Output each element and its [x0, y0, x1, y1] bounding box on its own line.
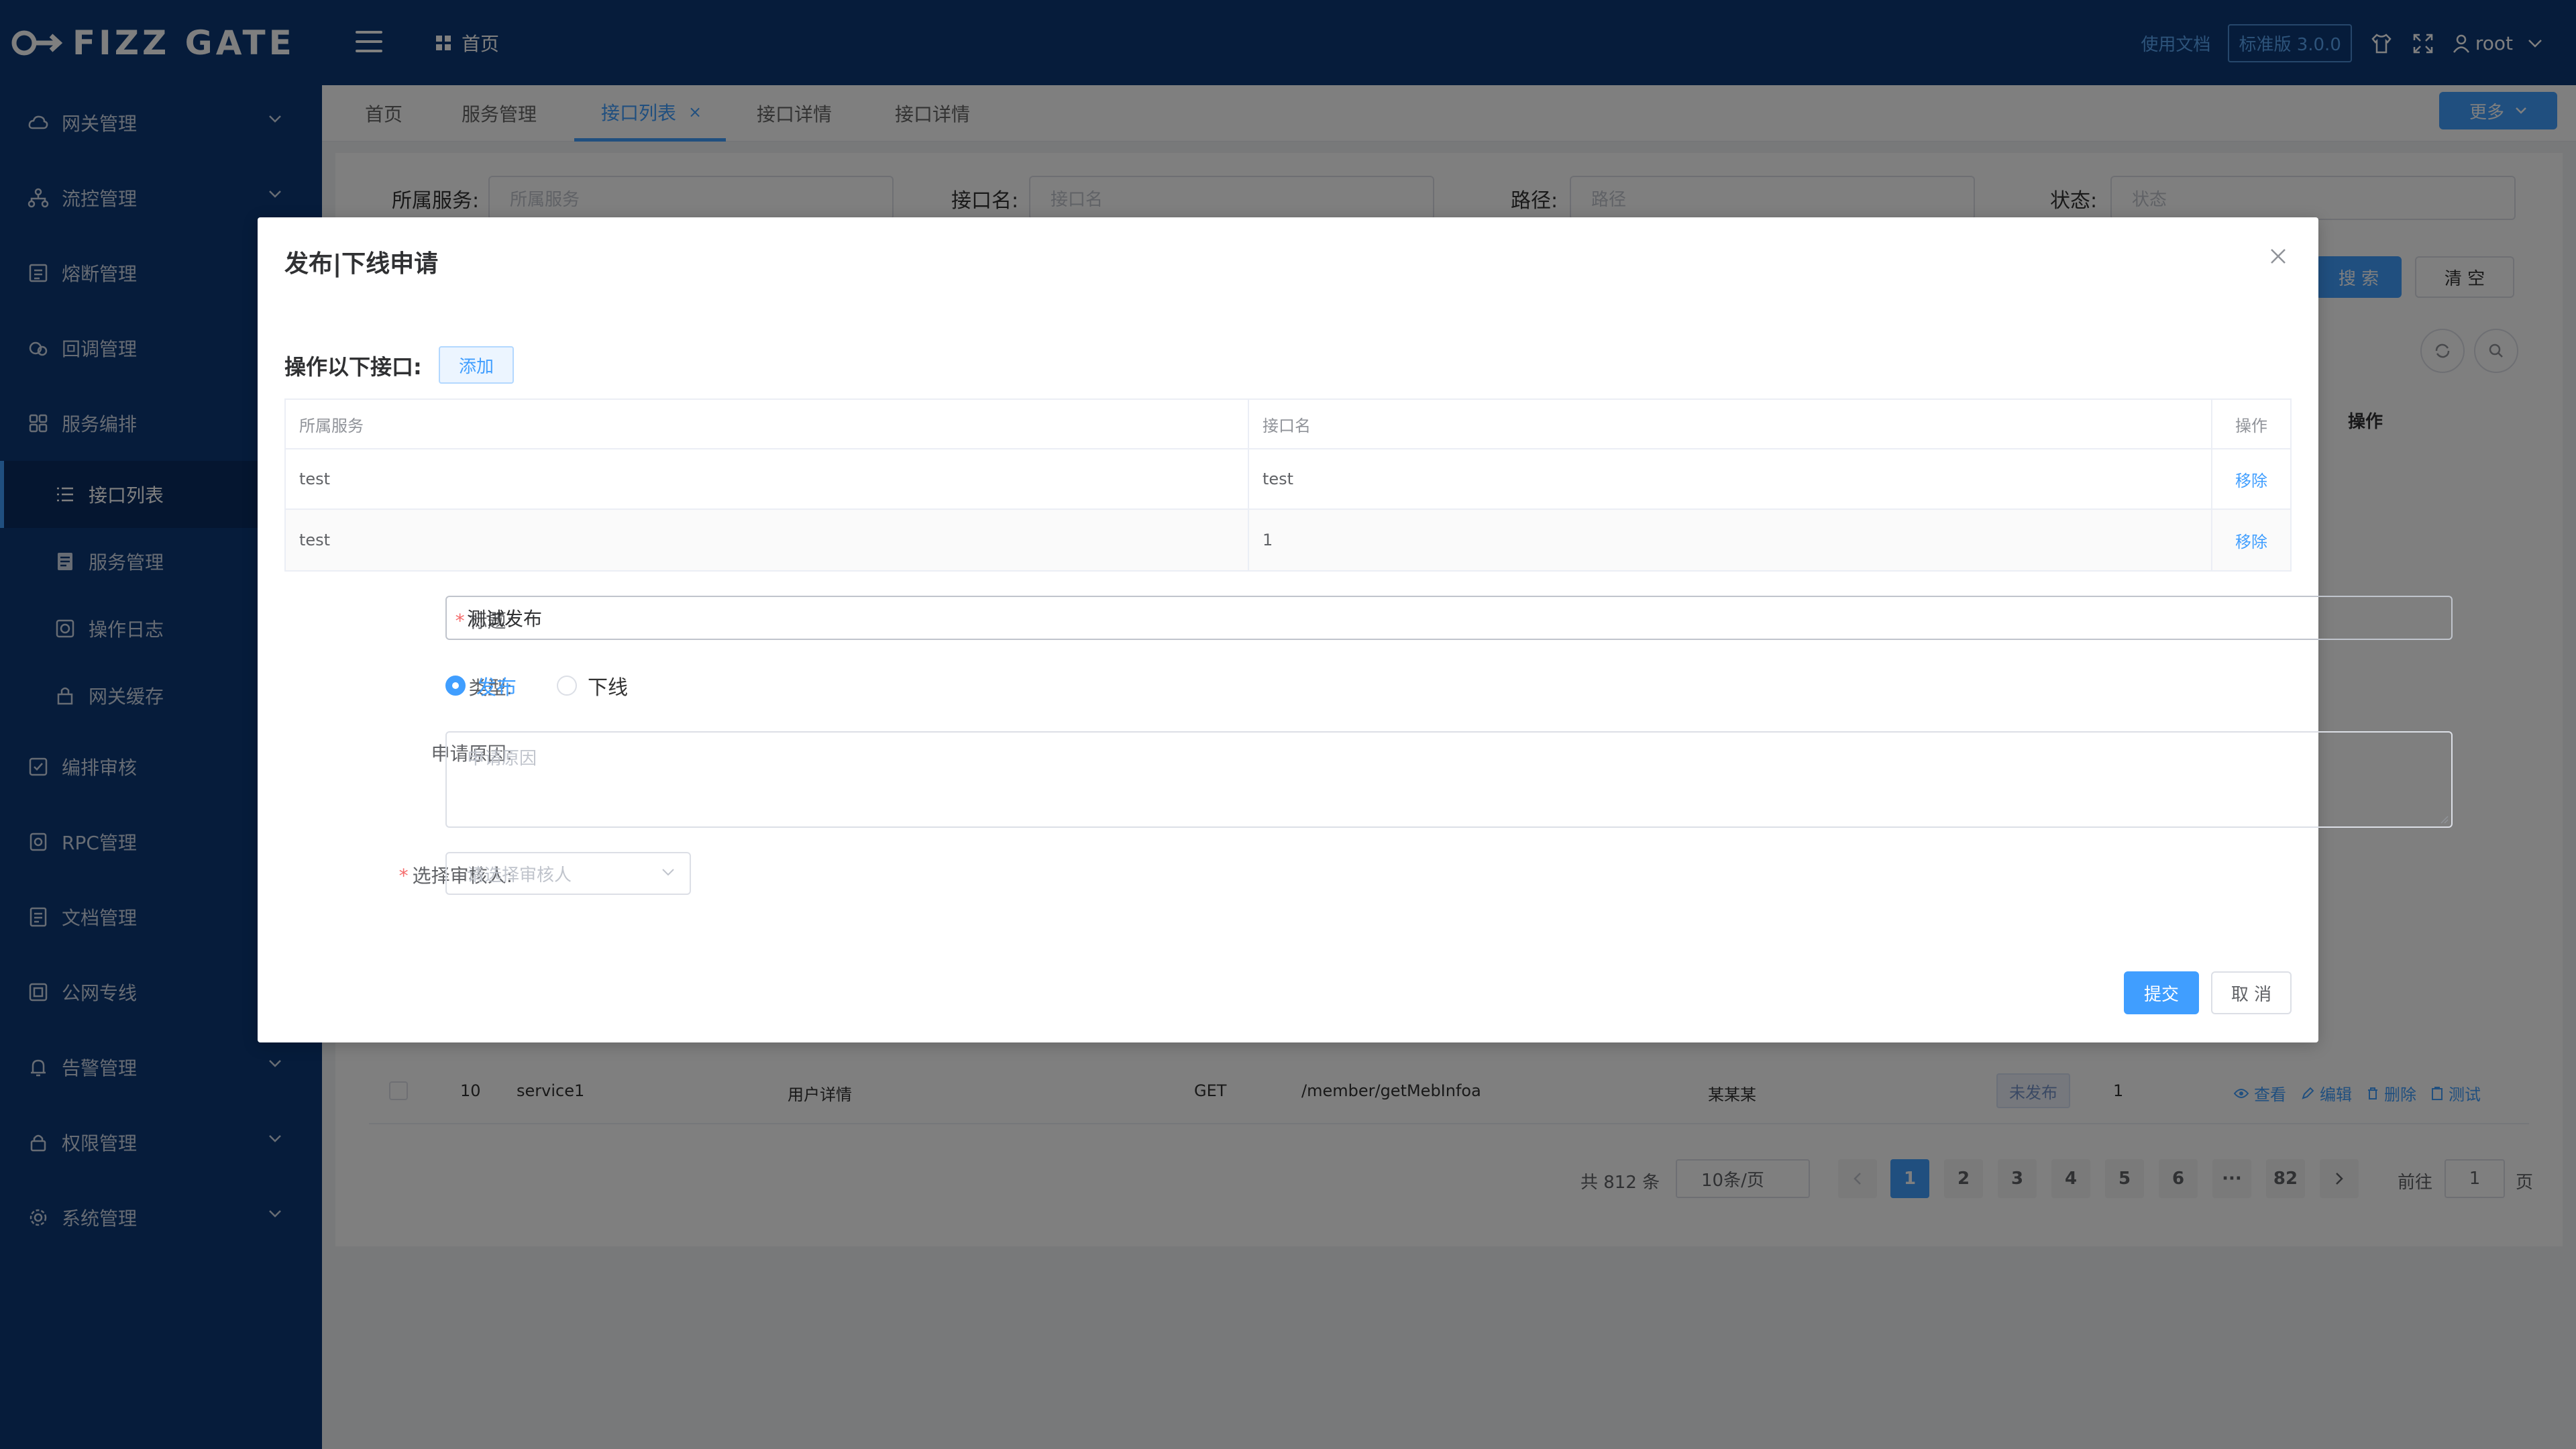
- type-radio-group: 发布 下线: [445, 671, 668, 700]
- radio-checked-icon: [445, 676, 466, 696]
- close-icon[interactable]: [2269, 247, 2288, 266]
- add-label: 添加: [458, 356, 494, 377]
- table-row: test test 移除: [286, 449, 2290, 510]
- cell-api: 1: [1249, 510, 2212, 570]
- publish-offline-dialog: 发布|下线申请 操作以下接口: 添加 所属服务 接口名 操作 test test…: [258, 217, 2453, 1042]
- cell-ops: 移除: [2212, 510, 2290, 570]
- radio-label: 发布: [476, 676, 517, 700]
- radio-publish[interactable]: 发布: [445, 671, 517, 700]
- resize-grip-icon[interactable]: [2439, 814, 2449, 824]
- chevron-down-icon: [662, 869, 674, 876]
- remove-link[interactable]: 移除: [2235, 529, 2267, 552]
- reviewer-select[interactable]: 请选择审核人: [445, 852, 691, 895]
- dialog-title: 发布|下线申请: [284, 250, 439, 278]
- add-button[interactable]: 添加: [439, 346, 514, 384]
- reason-placeholder: 申请原因: [467, 749, 537, 769]
- table-row: test 1 移除: [286, 510, 2290, 570]
- radio-unchecked-icon: [557, 676, 577, 696]
- title-input[interactable]: 测试发布: [445, 596, 2453, 640]
- reviewer-placeholder: 请选择审核人: [467, 865, 572, 885]
- cancel-button[interactable]: 取 消: [2211, 971, 2292, 1014]
- submit-label: 提交: [2143, 984, 2179, 1005]
- radio-offline[interactable]: 下线: [557, 671, 628, 700]
- radio-label: 下线: [588, 676, 628, 700]
- col-header-ops: 操作: [2235, 416, 2267, 435]
- col-header-service: 所属服务: [286, 400, 1249, 448]
- table-header-row: 所属服务 接口名 操作: [286, 400, 2290, 449]
- cell-api: test: [1249, 449, 2212, 508]
- cancel-label: 取 消: [2231, 984, 2272, 1005]
- submit-button[interactable]: 提交: [2124, 971, 2199, 1014]
- col-header-api: 接口名: [1249, 400, 2212, 448]
- selected-api-table: 所属服务 接口名 操作 test test 移除 test 1 移除: [284, 398, 2292, 572]
- cell-ops: 移除: [2212, 449, 2290, 508]
- reason-textarea[interactable]: 申请原因: [445, 731, 2453, 828]
- ops-label: 操作以下接口:: [284, 354, 422, 380]
- required-mark: *: [398, 865, 409, 887]
- cell-service: test: [286, 510, 1249, 570]
- cell-service: test: [286, 449, 1249, 508]
- remove-link[interactable]: 移除: [2235, 468, 2267, 491]
